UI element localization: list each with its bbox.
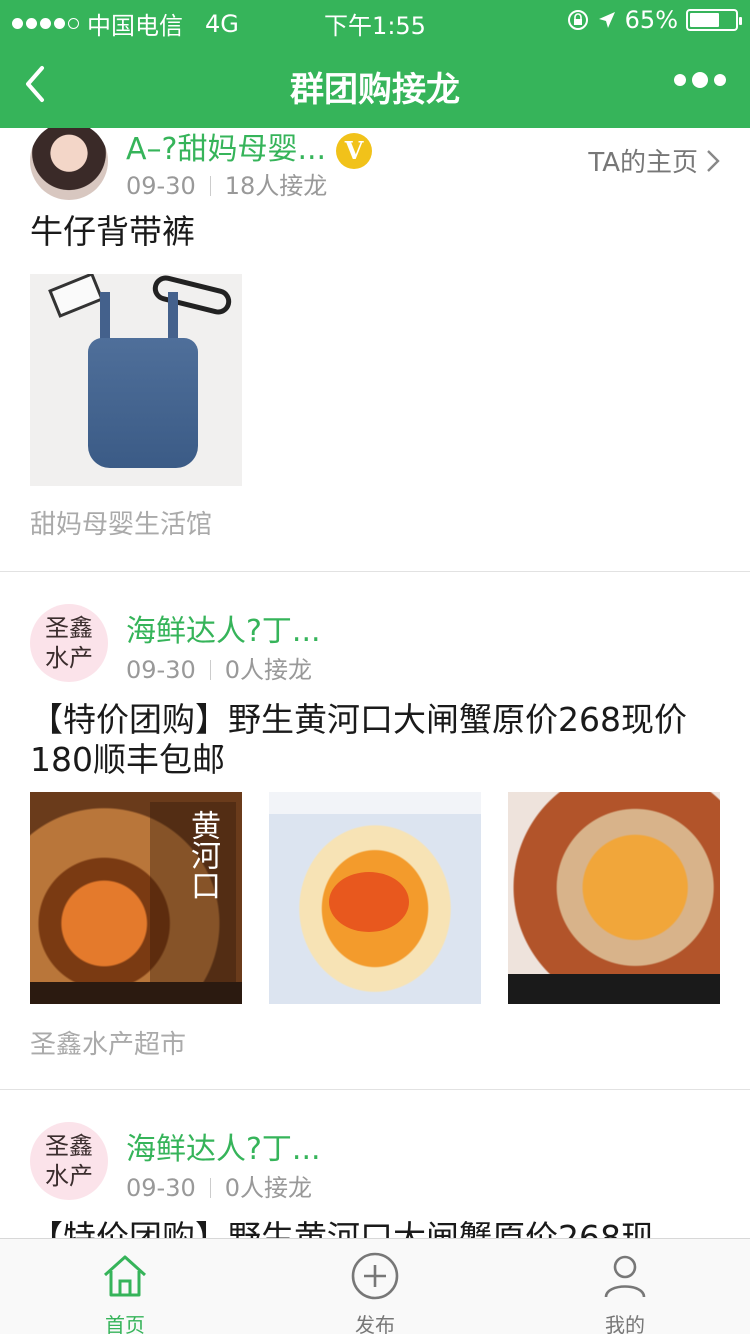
crab-photo-1[interactable]: 黄河口	[30, 792, 242, 1004]
tab-mine[interactable]: 我的	[500, 1239, 750, 1334]
post-date: 09-30	[126, 1174, 196, 1202]
page-title: 群团购接龙	[290, 70, 460, 110]
author-name[interactable]: 海鲜达人?丁...	[126, 606, 321, 650]
divider	[0, 571, 750, 572]
post-meta: 09-30 0人接龙	[126, 650, 312, 685]
more-options-button[interactable]	[674, 72, 726, 88]
rotation-lock-icon	[567, 10, 588, 30]
verified-badge-icon: V	[336, 132, 373, 169]
list-item[interactable]: A–?甜妈母婴... V 09-30 18人接龙 TA的主页 牛仔背带裤 甜妈母婴生…	[0, 128, 750, 572]
post-meta: 09-30 18人接龙	[126, 166, 327, 201]
post-date: 09-30	[126, 172, 196, 200]
top-bar: 中国电信 4G 下午1:55 65% 群团购接龙	[0, 0, 750, 128]
author-name[interactable]: 海鲜达人?丁...	[126, 1124, 321, 1168]
join-count: 18人接龙	[224, 172, 328, 200]
post-date: 09-30	[126, 656, 196, 684]
shop-name[interactable]: 圣鑫水产超市	[30, 1024, 186, 1061]
crab-photo-2[interactable]	[269, 792, 481, 1004]
avatar[interactable]: 圣鑫 水产	[30, 1122, 108, 1200]
join-count: 0人接龙	[224, 1174, 313, 1202]
nav-bar: 群团购接龙	[0, 40, 750, 128]
tab-label[interactable]: 我的	[500, 1309, 750, 1334]
status-bar: 中国电信 4G 下午1:55 65%	[0, 0, 750, 40]
avatar[interactable]: 圣鑫 水产	[30, 604, 108, 682]
chevron-right-icon	[707, 149, 720, 172]
join-count: 0人接龙	[224, 656, 313, 684]
list-item[interactable]: 圣鑫 水产 海鲜达人?丁... 09-30 0人接龙 【特价团购】野生黄河口大闸蟹原…	[0, 1122, 750, 1238]
tab-label[interactable]: 首页	[0, 1309, 250, 1334]
post-title[interactable]: 【特价团购】野生黄河口大闸蟹原价268现价180顺丰包邮	[30, 700, 720, 780]
overalls-photo[interactable]	[30, 274, 242, 486]
avatar[interactable]	[30, 128, 108, 200]
post-title[interactable]: 【特价团购】野生黄河口大闸蟹原价268现	[30, 1218, 720, 1238]
tab-bar: 首页 发布 我的	[0, 1238, 750, 1334]
tab-publish[interactable]: 发布	[250, 1239, 500, 1334]
shop-name[interactable]: 甜妈母婴生活馆	[30, 504, 212, 541]
battery-icon	[686, 9, 742, 31]
post-meta: 09-30 0人接龙	[126, 1168, 312, 1203]
tab-home[interactable]: 首页	[0, 1239, 250, 1334]
homepage-link[interactable]: TA的主页	[588, 142, 720, 179]
divider	[0, 1089, 750, 1090]
tab-label[interactable]: 发布	[250, 1309, 500, 1334]
feed-list[interactable]: A–?甜妈母婴... V 09-30 18人接龙 TA的主页 牛仔背带裤 甜妈母婴生…	[0, 128, 750, 1238]
author-name[interactable]: A–?甜妈母婴... V	[126, 128, 373, 169]
home-icon	[103, 1255, 147, 1297]
plus-circle-icon	[351, 1252, 399, 1300]
battery-percent: 65%	[624, 6, 678, 34]
location-arrow-icon	[598, 12, 615, 28]
list-item[interactable]: 圣鑫 水产 海鲜达人?丁... 09-30 0人接龙 【特价团购】野生黄河口大闸蟹原…	[0, 604, 750, 1084]
crab-photo-3[interactable]	[508, 792, 720, 1004]
post-title[interactable]: 牛仔背带裤	[30, 212, 720, 252]
user-icon	[604, 1255, 646, 1298]
